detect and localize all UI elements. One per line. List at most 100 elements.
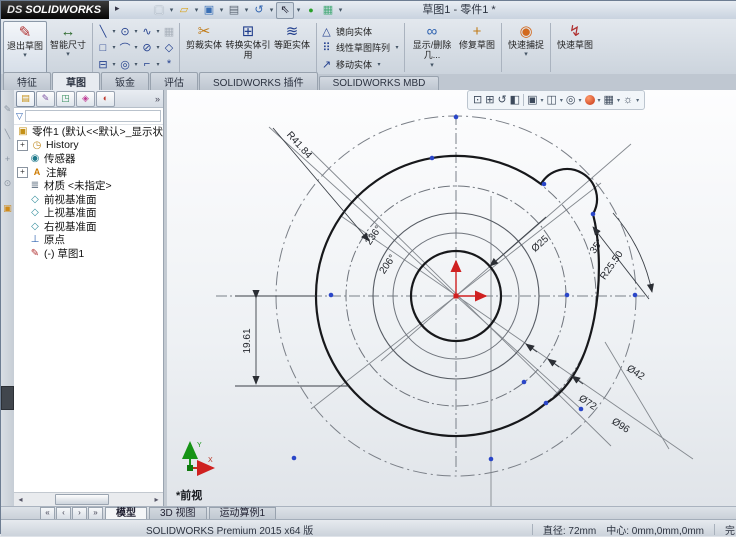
construction-diagonals[interactable] (268, 126, 694, 506)
repair-sketch-button[interactable]: + 修复草图 (456, 21, 498, 74)
slot-dropdown-icon[interactable]: ▾ (110, 61, 118, 68)
perimeter-circle-icon[interactable]: ◎ (118, 58, 132, 71)
arc-dropdown-icon[interactable]: ▾ (132, 44, 140, 51)
section-view-icon[interactable]: ◧ (510, 92, 520, 108)
quick-snaps-button[interactable]: ◉ 快速捕捉 ▾ (505, 21, 547, 74)
ellipse-dropdown-icon[interactable]: ▾ (154, 44, 162, 51)
smart-dimension-dropdown-icon[interactable]: ▾ (66, 51, 70, 59)
strip-add-icon[interactable]: + (1, 154, 14, 164)
move-entities-dropdown-icon[interactable]: ▾ (375, 61, 383, 68)
tree-item-material[interactable]: ≣ 材质 <未指定> (14, 179, 163, 193)
strip-line-icon[interactable]: ╲ (1, 129, 14, 140)
tree-item-origin[interactable]: ⊥ 原点 (14, 233, 163, 247)
tab-solidworks-mbd[interactable]: SOLIDWORKS MBD (318, 76, 440, 90)
zoom-area-icon[interactable]: ⊞ (485, 92, 494, 108)
manager-tabs-chevron-icon[interactable]: » (155, 94, 160, 104)
scrollbar-thumb[interactable] (55, 494, 109, 505)
graphics-viewport[interactable]: R41.84 236° 206° Ø25 35° R25.50 19.61 Ø4… (167, 90, 736, 506)
configuration-manager-tab-icon[interactable]: ◳ (56, 90, 75, 107)
display-manager-tab-icon[interactable]: ◐ (96, 90, 115, 107)
point-tool-icon[interactable]: * (162, 58, 176, 70)
scroll-right-icon[interactable]: ▸ (150, 495, 163, 504)
hide-show-dropdown-icon[interactable]: ▾ (579, 97, 582, 104)
offset-entities-button[interactable]: ≋ 等距实体 (271, 21, 313, 74)
circle-tool-icon[interactable]: ⊙ (118, 25, 132, 38)
linear-pattern-button[interactable]: ⠿ 线性草图阵列 ▾ (320, 41, 401, 55)
edit-appearance-icon[interactable] (584, 95, 595, 105)
line-tool-icon[interactable]: ╲ (96, 25, 110, 38)
tree-item-sensors[interactable]: ◉ 传感器 (14, 152, 163, 166)
dimxpert-manager-tab-icon[interactable]: ◈ (76, 90, 95, 107)
strip-sketch-icon[interactable]: ✎ (1, 104, 14, 115)
tree-item-top-plane[interactable]: ◇ 上视基准面 (14, 206, 163, 220)
hide-show-items-icon[interactable]: ◎ (566, 92, 576, 108)
tab-sheet-metal[interactable]: 钣金 (101, 72, 149, 90)
filter-input[interactable] (24, 110, 161, 122)
print-dropdown-icon[interactable]: ▾ (243, 6, 250, 14)
circle-dropdown-icon[interactable]: ▾ (132, 28, 140, 35)
rectangle-tool-icon[interactable]: □ (96, 42, 110, 54)
tree-item-annotations[interactable]: + A 注解 (14, 166, 163, 180)
open-file-icon[interactable]: ▱ (176, 3, 192, 18)
spline-tool-icon[interactable]: ∿ (140, 25, 154, 38)
select-tool-icon[interactable]: ⇖ (276, 1, 294, 19)
feature-manager-tab-icon[interactable]: ▤ (16, 90, 35, 107)
convert-entities-button[interactable]: ⊞ 转换实体引用 (225, 21, 271, 74)
open-dropdown-icon[interactable]: ▾ (193, 6, 200, 14)
arc-tool-icon[interactable]: ⌒ (118, 40, 132, 56)
appearance-dropdown-icon[interactable]: ▾ (598, 97, 601, 104)
perimeter-circle-dropdown-icon[interactable]: ▾ (132, 61, 140, 68)
rectangle-dropdown-icon[interactable]: ▾ (110, 44, 118, 51)
tab-solidworks-addins[interactable]: SOLIDWORKS 插件 (199, 72, 318, 90)
tree-root-part[interactable]: ▣ 零件1 (默认<<默认>_显示状态 (14, 125, 163, 139)
property-manager-tab-icon[interactable]: ✎ (36, 90, 55, 107)
new-dropdown-icon[interactable]: ▾ (168, 6, 175, 14)
quick-snaps-dropdown-icon[interactable]: ▾ (524, 51, 528, 59)
view-settings-icon[interactable]: ☼ (623, 92, 633, 108)
dim-diameter-96[interactable]: Ø96 (609, 416, 631, 436)
move-entities-button[interactable]: ↗ 移动实体 ▾ (320, 57, 401, 71)
view-settings-dropdown-icon[interactable]: ▾ (636, 97, 639, 104)
tab-features[interactable]: 特征 (3, 72, 51, 90)
tab-sketch[interactable]: 草图 (52, 72, 100, 90)
spline-dropdown-icon[interactable]: ▾ (154, 28, 162, 35)
apply-scene-icon[interactable]: ▦ (604, 92, 614, 108)
collapsed-panel-box[interactable] (1, 386, 14, 410)
undo-icon[interactable]: ↺ (251, 3, 267, 18)
strip-circle-icon[interactable]: ⊙ (1, 178, 14, 189)
exit-sketch-button[interactable]: ✎ 退出草图 ▾ (3, 21, 47, 74)
mirror-entities-button[interactable]: △ 镜向实体 (320, 24, 401, 38)
view-orientation-icon[interactable]: ▣ (527, 92, 537, 108)
expand-icon[interactable]: + (17, 166, 28, 178)
display-style-dropdown-icon[interactable]: ▾ (560, 97, 563, 104)
trim-entities-button[interactable]: ✂ 剪裁实体 (183, 21, 225, 74)
dim-radius-25-50[interactable]: R25.50 (598, 249, 626, 282)
ellipse-tool-icon[interactable]: ⊘ (140, 41, 154, 54)
tab-evaluate[interactable]: 评估 (150, 72, 198, 90)
new-file-icon[interactable]: ▢ (151, 3, 167, 18)
tree-item-front-plane[interactable]: ◇ 前视基准面 (14, 193, 163, 207)
display-style-icon[interactable]: ◫ (546, 92, 556, 108)
strip-part-icon[interactable]: ▣ (1, 203, 14, 214)
tree-item-right-plane[interactable]: ◇ 右视基准面 (14, 220, 163, 234)
linear-pattern-dropdown-icon[interactable]: ▾ (393, 44, 401, 51)
menu-expand-icon[interactable]: ▸ (115, 3, 120, 14)
line-dropdown-icon[interactable]: ▾ (110, 28, 118, 35)
dim-angle-206[interactable]: 206° (378, 253, 399, 276)
undo-dropdown-icon[interactable]: ▾ (268, 6, 275, 14)
display-delete-dropdown-icon[interactable]: ▾ (430, 62, 434, 70)
save-dropdown-icon[interactable]: ▾ (218, 6, 225, 14)
save-icon[interactable]: ▣ (201, 3, 217, 18)
dim-length-19-61[interactable]: 19.61 (242, 328, 253, 353)
fillet-tool-icon[interactable]: ⌐ (140, 58, 154, 70)
previous-view-icon[interactable]: ↺ (497, 92, 506, 108)
tree-horizontal-scrollbar[interactable]: ◂ ▸ (14, 492, 163, 506)
rapid-sketch-button[interactable]: ↯ 快速草图 (554, 21, 596, 74)
display-delete-relations-button[interactable]: ∞ 显示/删除几... ▾ (408, 21, 456, 74)
zoom-fit-icon[interactable]: ⊡ (473, 92, 482, 108)
polygon-tool-icon[interactable]: ◇ (162, 41, 176, 54)
print-icon[interactable]: ▤ (226, 3, 242, 18)
dim-radius-41-84[interactable]: R41.84 (284, 130, 314, 162)
fillet-dropdown-icon[interactable]: ▾ (154, 61, 162, 68)
slot-tool-icon[interactable]: ⊟ (96, 58, 110, 71)
